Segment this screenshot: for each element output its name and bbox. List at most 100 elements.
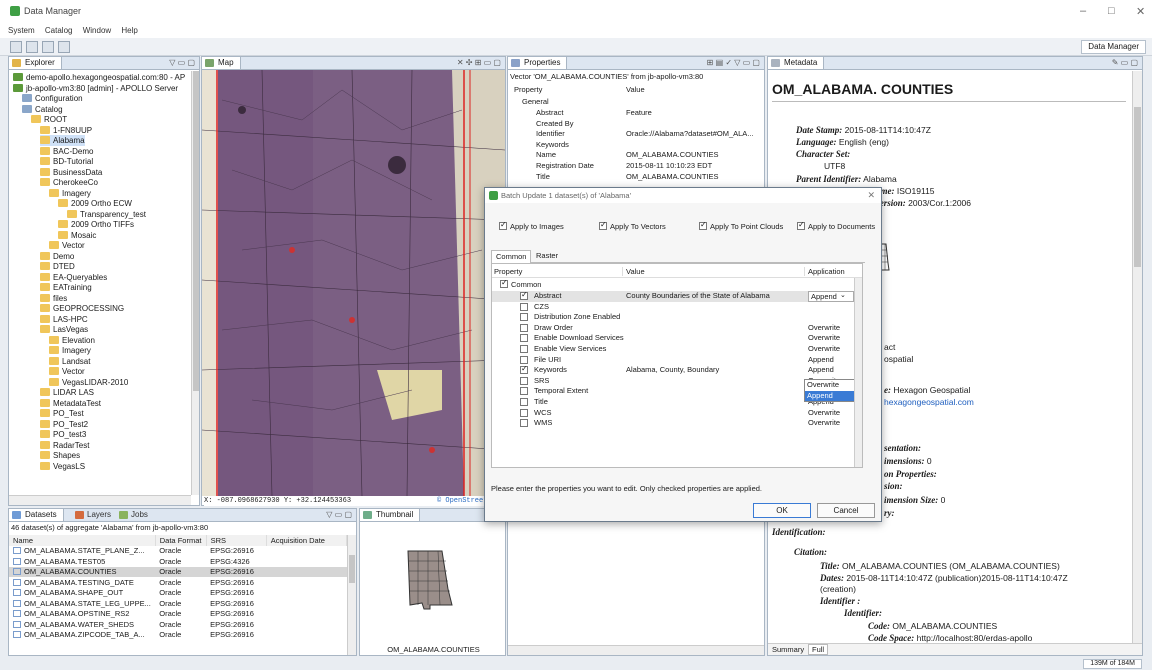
print-icon[interactable]: [42, 41, 54, 53]
row-application[interactable]: Overwrite: [808, 333, 840, 342]
tree-item[interactable]: 2009 Ortho ECW: [58, 198, 132, 209]
option-append[interactable]: Append: [805, 391, 861, 401]
connect-icon[interactable]: [58, 41, 70, 53]
tree-item[interactable]: Vector: [49, 366, 85, 377]
tab-metadata[interactable]: Metadata: [768, 57, 825, 69]
row-checkbox[interactable]: [520, 398, 528, 406]
tab-common[interactable]: Common: [491, 250, 532, 263]
table-row[interactable]: OM_ALABAMA.STATE_LEG_UPPE... Oracle EPSG:2…: [9, 598, 347, 609]
tree-item[interactable]: Demo: [40, 251, 74, 262]
apply-option[interactable]: Apply To Vectors: [599, 220, 666, 231]
table-row[interactable]: OM_ALABAMA.TESTING_DATE Oracle EPSG:26916: [9, 577, 347, 588]
cancel-button[interactable]: Cancel: [817, 503, 875, 518]
row-application[interactable]: Overwrite: [808, 408, 840, 417]
tab-full[interactable]: Full: [808, 644, 829, 655]
row-checkbox[interactable]: [520, 302, 528, 311]
save-icon[interactable]: [26, 41, 38, 53]
table-row[interactable]: OM_ALABAMA.COUNTIES Oracle EPSG:26916: [9, 566, 347, 577]
row-application[interactable]: Append: [808, 365, 834, 374]
dialog-row[interactable]: Temporal ExtentOverwrite: [492, 386, 854, 397]
row-application[interactable]: Append: [808, 291, 854, 302]
tree-scrollbar[interactable]: [191, 71, 199, 495]
tab-summary[interactable]: Summary: [772, 645, 804, 654]
chevron-down-icon[interactable]: ⌄: [840, 291, 846, 299]
column-header[interactable]: Data Format: [155, 535, 207, 546]
row-application[interactable]: Append: [808, 355, 834, 364]
tree-item[interactable]: DTED: [40, 261, 75, 272]
metadata-scrollbar[interactable]: [1132, 71, 1142, 643]
table-row[interactable]: OM_ALABAMA.ZIPCODE_TAB_A... Oracle EPSG:26…: [9, 630, 347, 641]
tab-datasets[interactable]: Datasets: [9, 509, 64, 521]
tree-hscrollbar[interactable]: [9, 495, 191, 505]
menu-system[interactable]: System: [8, 26, 35, 35]
row-checkbox[interactable]: [520, 334, 528, 343]
tree-item[interactable]: ROOT: [31, 114, 67, 125]
row-checkbox[interactable]: [520, 313, 528, 322]
ok-button[interactable]: OK: [753, 503, 811, 518]
perspective-button[interactable]: Data Manager: [1081, 40, 1146, 54]
row-checkbox[interactable]: [520, 355, 528, 364]
dialog-row[interactable]: Distribution Zone Enabled: [492, 312, 854, 323]
tree-item[interactable]: CherokeeCo: [40, 177, 98, 188]
apply-option[interactable]: Apply to Images: [499, 220, 564, 231]
tree-item[interactable]: BAC-Demo: [40, 146, 93, 157]
apply-checkbox[interactable]: [797, 220, 805, 230]
column-header[interactable]: Acquisition Date: [266, 535, 348, 546]
dialog-row[interactable]: TitleAppend: [492, 397, 854, 408]
tree-item[interactable]: PO_Test: [40, 408, 84, 419]
property-row[interactable]: Identifier Oracle://Alabama?dataset#OM_AL…: [508, 129, 764, 139]
row-checkbox[interactable]: [520, 290, 528, 300]
property-row[interactable]: Registration Date 2015-08-11 10:10:23 EDT: [508, 161, 764, 171]
tree-item[interactable]: EA-Queryables: [40, 272, 107, 283]
tree-item[interactable]: files: [40, 293, 67, 304]
tree-item[interactable]: jb-apollo-vm3:80 [admin] - APOLLO Server: [13, 83, 178, 94]
tree-item[interactable]: PO_Test2: [40, 419, 88, 430]
tree-item[interactable]: Elevation: [49, 335, 95, 346]
tree-item[interactable]: GEOPROCESSING: [40, 303, 124, 314]
tab-raster[interactable]: Raster: [533, 250, 561, 263]
property-row[interactable]: Created By: [508, 119, 764, 129]
tab-properties[interactable]: Properties: [508, 57, 568, 69]
row-application[interactable]: Overwrite: [808, 323, 840, 332]
datasets-controls-icon[interactable]: ▽ ▭ ▢: [326, 510, 352, 519]
row-checkbox[interactable]: [520, 323, 528, 332]
row-checkbox[interactable]: [520, 419, 528, 428]
dialog-row[interactable]: Draw Order Overwrite: [492, 323, 854, 334]
property-row[interactable]: Keywords: [508, 140, 764, 150]
tree-item[interactable]: RadarTest: [40, 440, 89, 451]
tree-item[interactable]: LIDAR LAS: [40, 387, 94, 398]
column-header[interactable]: Name: [9, 535, 156, 546]
common-checkbox[interactable]: [500, 278, 508, 288]
dialog-row[interactable]: Abstract County Boundaries of the State o…: [492, 290, 854, 302]
tab-thumbnail[interactable]: Thumbnail: [360, 509, 421, 521]
table-row[interactable]: OM_ALABAMA.TEST05 Oracle EPSG:4326: [9, 556, 347, 567]
dialog-row[interactable]: Enable View Services Overwrite: [492, 344, 854, 355]
row-checkbox[interactable]: [520, 376, 528, 385]
table-row[interactable]: OM_ALABAMA.STATE_PLANE_Z... Oracle EPSG:26…: [9, 546, 347, 557]
tree-item[interactable]: PO_test3: [40, 429, 86, 440]
table-row[interactable]: OM_ALABAMA.SHAPE_OUT Oracle EPSG:26916: [9, 588, 347, 599]
close-button[interactable]: ✕: [1136, 5, 1145, 18]
tree-item[interactable]: MetadataTest: [40, 398, 101, 409]
tree-item[interactable]: Imagery: [49, 345, 91, 356]
apply-option[interactable]: Apply To Point Clouds: [699, 220, 783, 231]
dialog-row[interactable]: SRSOverwrite: [492, 376, 854, 387]
map-tools-icon[interactable]: ✕ ✣ ⊞ ▭ ▢: [457, 58, 501, 67]
apply-checkbox[interactable]: [699, 220, 707, 230]
dialog-row[interactable]: WCS Overwrite: [492, 408, 854, 419]
row-checkbox[interactable]: [520, 364, 528, 375]
dialog-row[interactable]: CZS: [492, 302, 854, 313]
property-row[interactable]: Name OM_ALABAMA.COUNTIES: [508, 150, 764, 160]
tree-item[interactable]: Mosaic: [58, 230, 96, 241]
memory-indicator[interactable]: 139M of 184M: [1083, 659, 1142, 669]
apply-checkbox[interactable]: [599, 220, 607, 230]
dialog-table-scrollbar[interactable]: [854, 278, 862, 467]
dialog-row[interactable]: WMS Overwrite: [492, 418, 854, 429]
scroll-thumb[interactable]: [349, 555, 355, 583]
metadata-controls-icon[interactable]: ✎ ▭ ▢: [1112, 58, 1138, 67]
tab-layers[interactable]: Layers: [73, 509, 115, 521]
column-header[interactable]: SRS: [206, 535, 267, 546]
tree-item[interactable]: EATraining: [40, 282, 92, 293]
apply-option[interactable]: Apply to Documents: [797, 220, 875, 231]
tree-item[interactable]: Catalog: [22, 104, 63, 115]
